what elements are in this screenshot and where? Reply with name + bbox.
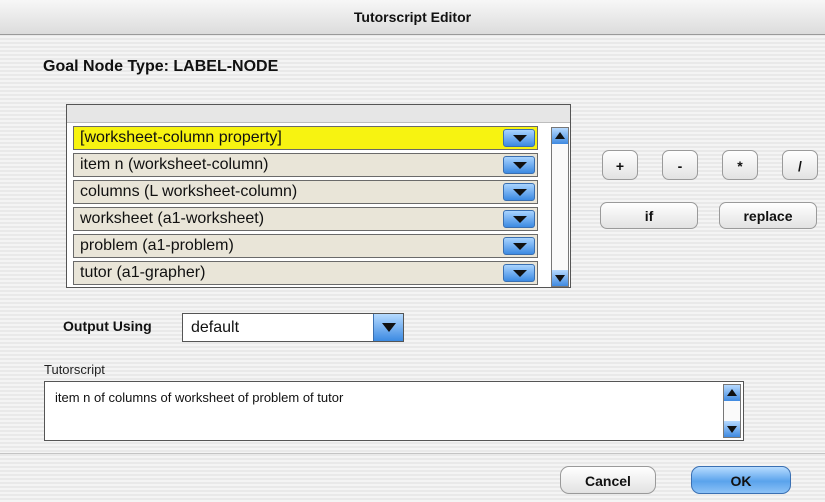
tutorscript-text: item n of columns of worksheet of proble… [55,390,344,405]
goal-node-type: Goal Node Type: LABEL-NODE [43,58,279,75]
output-using-value: default [191,319,240,336]
minus-button[interactable]: - [662,150,698,180]
if-button[interactable]: if [600,202,698,229]
tutorscript-textarea[interactable]: item n of columns of worksheet of proble… [44,381,744,441]
list-rows: [worksheet-column property] item n (work… [73,126,538,288]
dropdown-arrow-icon[interactable] [503,210,535,228]
list-item[interactable]: columns (L worksheet-column) [73,180,538,204]
scroll-down-arrow-icon[interactable] [552,270,568,286]
list-header [67,105,570,123]
list-item[interactable]: problem (a1-problem) [73,234,538,258]
goal-node-list: [worksheet-column property] item n (work… [66,104,571,288]
list-item-label: item n (worksheet-column) [80,156,269,173]
window-title: Tutorscript Editor [0,0,825,35]
multiply-button[interactable]: * [722,150,758,180]
scroll-down-arrow-icon[interactable] [724,421,740,437]
ok-button[interactable]: OK [691,466,791,494]
list-item[interactable]: [worksheet-column property] [73,126,538,150]
plus-button[interactable]: + [602,150,638,180]
divide-button[interactable]: / [782,150,818,180]
list-scrollbar[interactable] [551,127,569,287]
dropdown-arrow-icon[interactable] [503,183,535,201]
scroll-up-arrow-icon[interactable] [552,128,568,144]
list-item-label: [worksheet-column property] [80,129,282,146]
list-item-label: tutor (a1-grapher) [80,264,206,281]
dropdown-arrow-icon[interactable] [503,129,535,147]
output-using-label: Output Using [63,318,152,334]
dropdown-arrow-icon[interactable] [503,264,535,282]
tutorscript-label: Tutorscript [44,362,105,377]
scroll-up-arrow-icon[interactable] [724,385,740,401]
replace-button[interactable]: replace [719,202,817,229]
list-item[interactable]: worksheet (a1-worksheet) [73,207,538,231]
cancel-button[interactable]: Cancel [560,466,656,494]
dropdown-arrow-icon[interactable] [503,237,535,255]
list-item-label: columns (L worksheet-column) [80,183,298,200]
tutorscript-scrollbar[interactable] [723,384,741,438]
list-item-label: problem (a1-problem) [80,237,234,254]
chevron-down-icon[interactable] [373,314,403,341]
list-item-label: worksheet (a1-worksheet) [80,210,265,227]
list-item[interactable]: item n (worksheet-column) [73,153,538,177]
output-using-select[interactable]: default [182,313,404,342]
list-item[interactable]: tutor (a1-grapher) [73,261,538,285]
footer-divider [0,453,825,454]
dropdown-arrow-icon[interactable] [503,156,535,174]
